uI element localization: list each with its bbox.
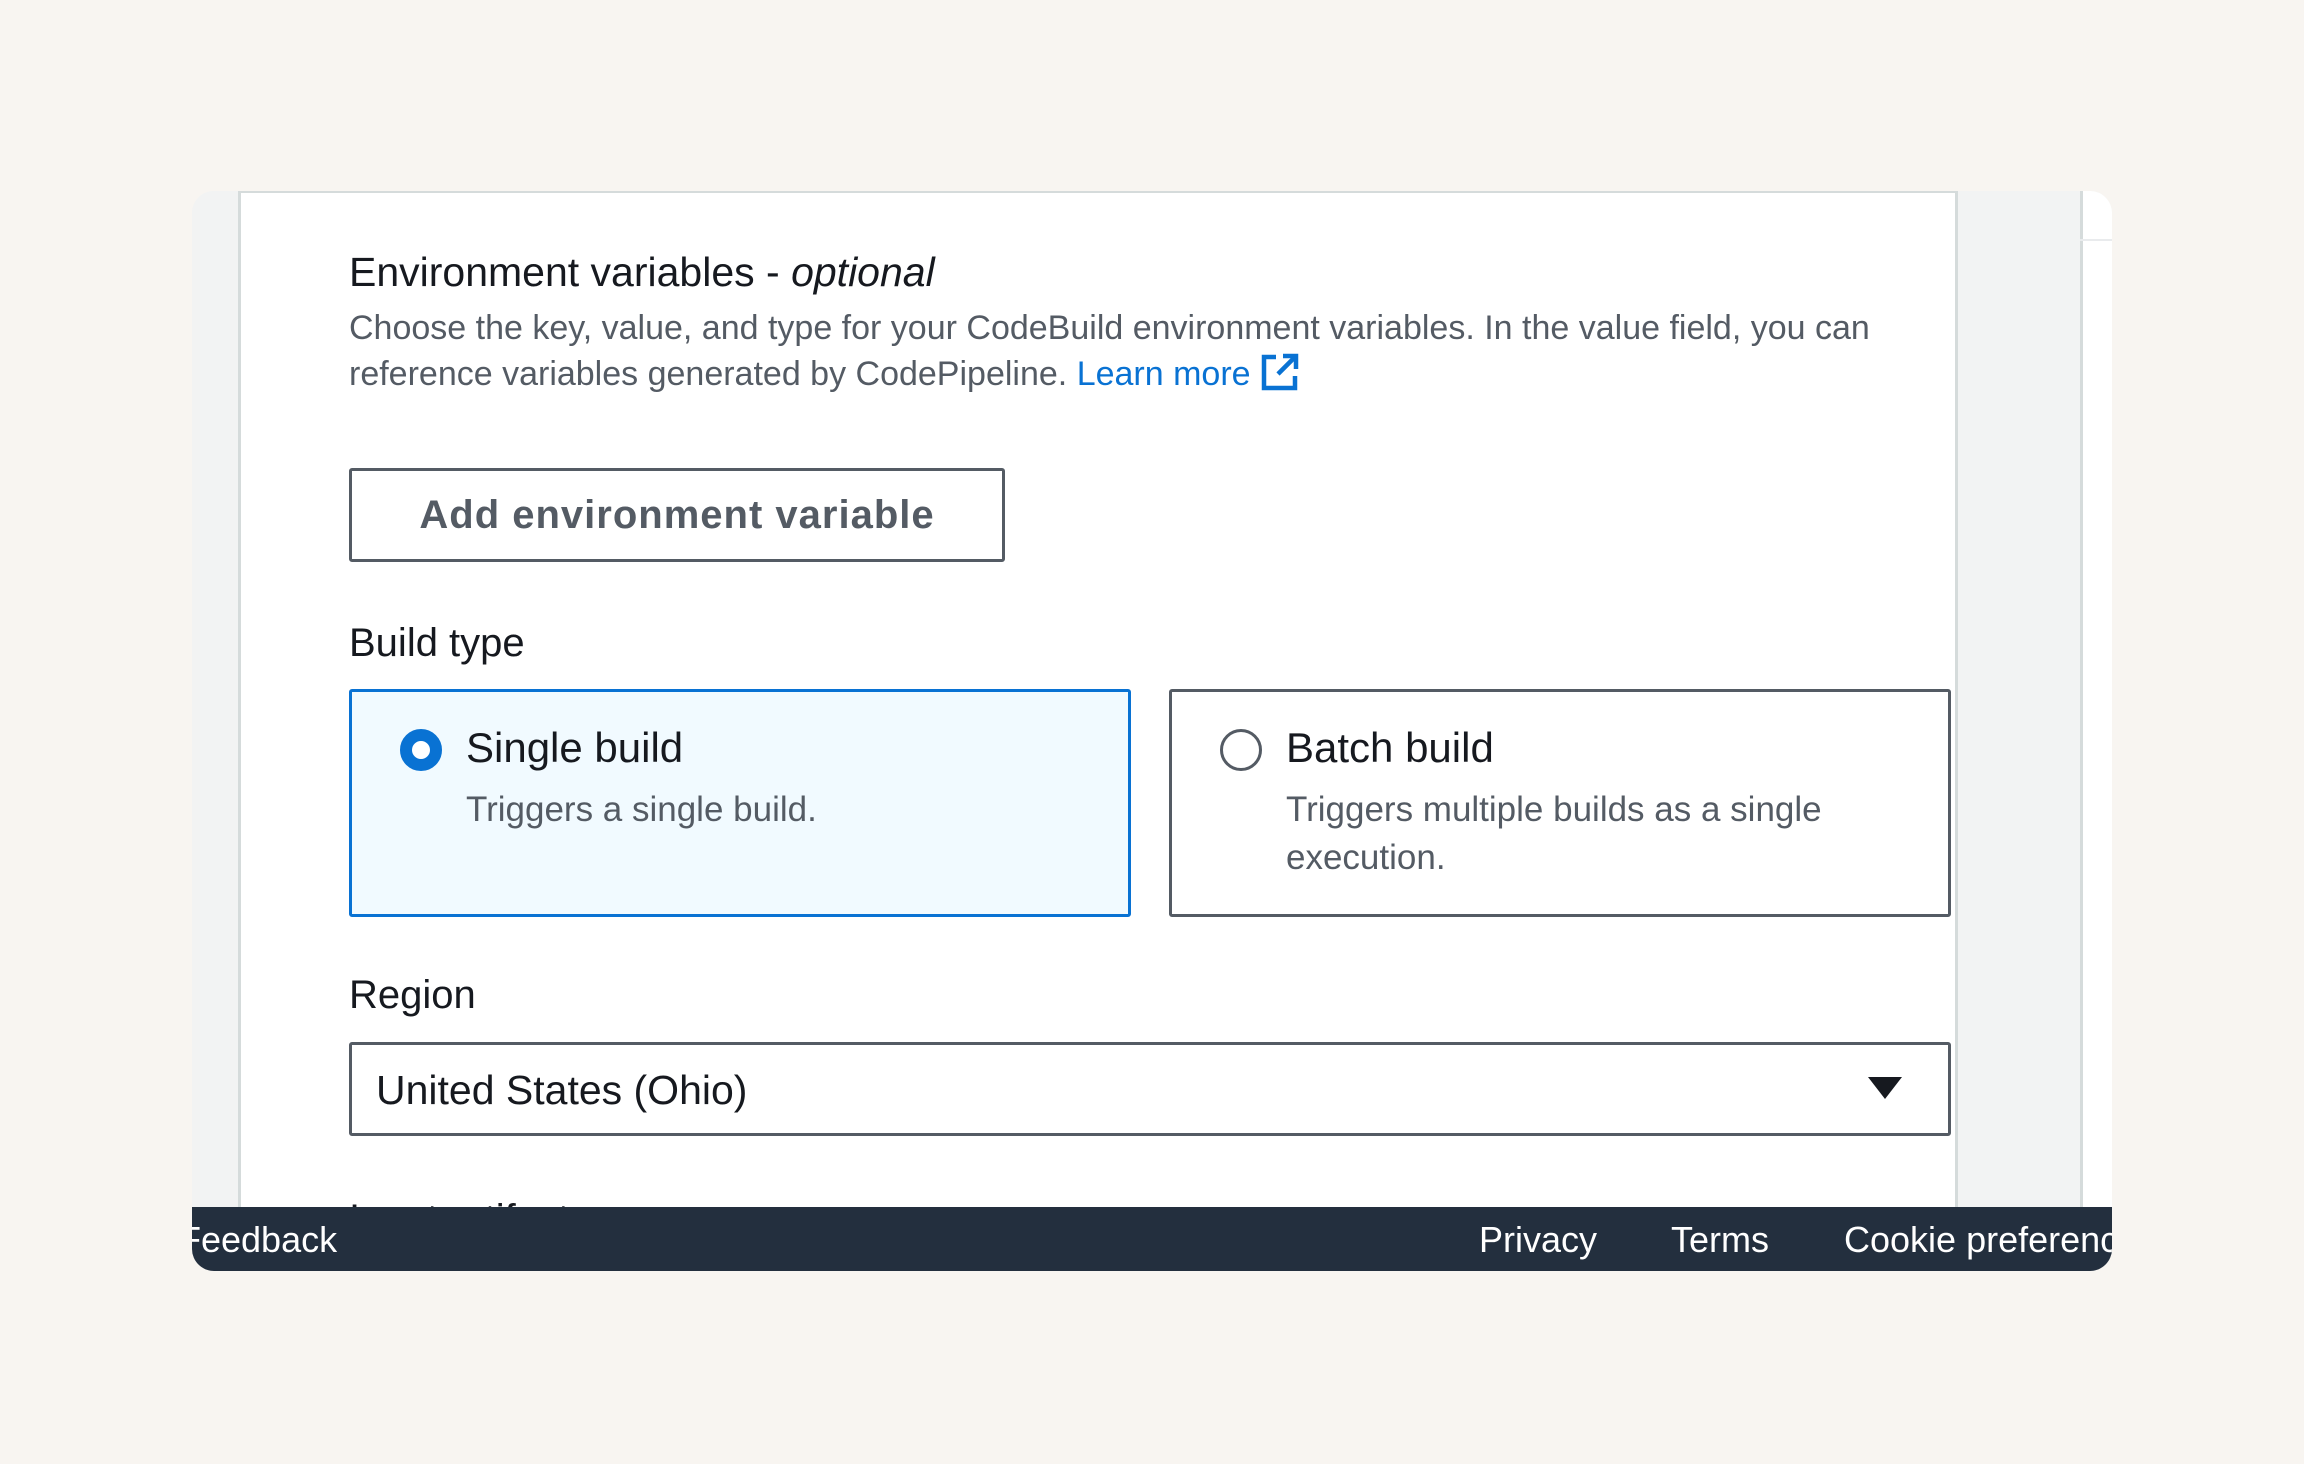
learn-more-link[interactable]: Learn more <box>1076 353 1301 393</box>
build-type-label: Build type <box>349 621 525 665</box>
single-build-title: Single build <box>466 724 684 771</box>
region-selected-value: United States (Ohio) <box>376 1067 748 1113</box>
region-select[interactable]: United States (Ohio) <box>349 1042 1951 1136</box>
feedback-link[interactable]: Feedback <box>192 1219 337 1261</box>
terms-link[interactable]: Terms <box>1671 1219 1769 1261</box>
environment-variables-title: Environment variables - <box>349 249 792 295</box>
batch-build-title: Batch build <box>1286 724 1494 771</box>
batch-build-tile[interactable]: Batch build Triggers multiple builds as … <box>1169 689 1951 917</box>
batch-build-description: Triggers multiple builds as a single exe… <box>1286 790 1822 877</box>
single-build-description: Triggers a single build. <box>466 790 817 829</box>
form-container: Environment variables - optional Choose … <box>238 191 1958 1209</box>
batch-build-radio[interactable] <box>1220 729 1262 771</box>
privacy-link[interactable]: Privacy <box>1479 1219 1597 1261</box>
cookie-preferences-link[interactable]: Cookie preferences <box>1844 1219 2112 1261</box>
left-gutter <box>192 191 238 1207</box>
environment-variables-heading: Environment variables - optional <box>349 249 935 296</box>
region-label: Region <box>349 973 476 1017</box>
environment-variables-description: Choose the key, value, and type for your… <box>349 305 1989 397</box>
add-environment-variable-button[interactable]: Add environment variable <box>349 468 1005 562</box>
external-link-icon <box>1261 353 1298 391</box>
footer-bar: Feedback Privacy Terms Cookie preference… <box>192 1207 2112 1271</box>
input-artifacts-heading: Input artifacts <box>349 1185 589 1209</box>
optional-label: optional <box>791 249 935 295</box>
single-build-radio[interactable] <box>400 729 442 771</box>
right-scroll-area[interactable] <box>2080 191 2112 1207</box>
caret-down-icon <box>1868 1077 1902 1099</box>
divider <box>2080 239 2112 241</box>
browser-viewport: Environment variables - optional Choose … <box>192 191 2112 1271</box>
single-build-tile[interactable]: Single build Triggers a single build. <box>349 689 1131 917</box>
learn-more-label: Learn more <box>1076 355 1251 393</box>
